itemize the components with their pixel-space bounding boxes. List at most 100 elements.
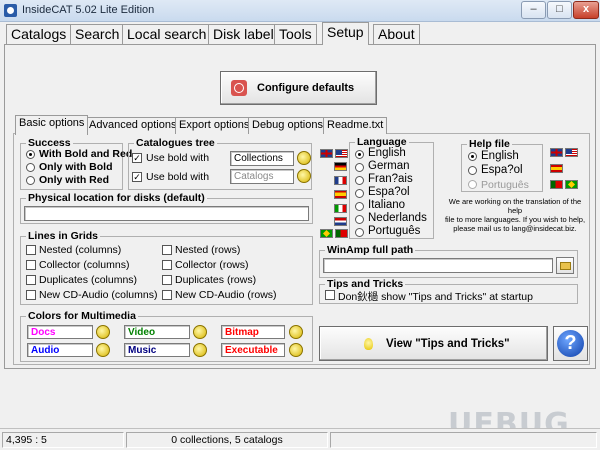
language-radio-spanish[interactable] [355, 189, 364, 198]
uk-flag-icon [550, 148, 563, 157]
docs-color-field[interactable]: Docs [27, 325, 93, 339]
help-radio-portuguese[interactable] [468, 180, 477, 189]
translation-note-line: We are working on the translation of the… [448, 197, 582, 215]
window-title: InsideCAT 5.02 Lite Edition [22, 4, 155, 16]
language-option-label: Italiano [368, 199, 406, 211]
grid-option-label: Duplicates (columns) [39, 274, 138, 286]
grid-option-label: Nested (rows) [175, 244, 241, 256]
tab-basic-options[interactable]: Basic options [15, 115, 89, 135]
collections-font-button[interactable] [297, 151, 311, 165]
winamp-group: WinAmp full path [319, 244, 578, 278]
configure-defaults-label: Configure defaults [257, 82, 355, 94]
language-radio-english[interactable] [355, 150, 364, 159]
tab-local-search[interactable]: Local search [122, 24, 212, 44]
tab-export-options[interactable]: Export options [175, 117, 254, 134]
grid-option-label: New CD-Audio (columns) [39, 289, 158, 301]
audio-color-button[interactable] [96, 343, 110, 357]
docs-color-button[interactable] [96, 325, 110, 339]
nested-rows-checkbox[interactable] [162, 245, 172, 255]
colors-multimedia-title: Colors for Multimedia [26, 310, 138, 322]
catalogs-font-button[interactable] [297, 169, 311, 183]
nested-columns-checkbox[interactable] [26, 245, 36, 255]
language-option-label: Fran?ais [368, 173, 413, 185]
collector-rows-checkbox[interactable] [162, 260, 172, 270]
language-radio-german[interactable] [355, 163, 364, 172]
help-file-title: Help file [467, 138, 512, 150]
winamp-path-input[interactable] [323, 258, 553, 273]
language-option-label: Nederlands [368, 212, 427, 224]
minimize-button[interactable]: – [521, 1, 546, 19]
help-button[interactable]: ? [553, 326, 588, 361]
language-radio-french[interactable] [355, 176, 364, 185]
tab-setup[interactable]: Setup [322, 22, 369, 45]
language-radio-dutch[interactable] [355, 215, 364, 224]
portugal-flag-icon [550, 180, 563, 189]
winamp-browse-button[interactable] [556, 257, 574, 274]
help-file-group: Help file English Espa?ol Português [461, 138, 543, 192]
translation-note-line: please mail us to lang@insidecat.biz. [453, 224, 577, 233]
tab-readme[interactable]: Readme.txt [323, 117, 388, 134]
tab-catalogs[interactable]: Catalogs [6, 24, 72, 44]
tab-search[interactable]: Search [70, 24, 125, 44]
status-bar: 4,395 : 5 0 collections, 5 catalogs [0, 428, 600, 450]
tab-disk-label[interactable]: Disk label [208, 24, 279, 44]
tips-group: Tips and Tricks Don鈥檛 show "Tips and Tri… [319, 278, 578, 304]
close-button[interactable]: x [573, 1, 599, 19]
cdaudio-columns-checkbox[interactable] [26, 290, 36, 300]
maximize-button[interactable]: □ [547, 1, 572, 19]
tab-tools[interactable]: Tools [274, 24, 317, 44]
success-radio-bold[interactable] [26, 163, 35, 172]
lines-in-grids-group: Lines in Grids Nested (columns) Collecto… [20, 230, 313, 305]
tab-debug-options[interactable]: Debug options [248, 117, 327, 134]
language-radio-portuguese[interactable] [355, 228, 364, 237]
grid-option-label: Nested (columns) [39, 244, 122, 256]
german-flag-icon [334, 162, 347, 171]
language-option-label: German [368, 160, 410, 172]
video-color-field[interactable]: Video [124, 325, 190, 339]
defaults-icon [231, 80, 247, 96]
help-icon: ? [557, 330, 584, 357]
lightbulb-icon [364, 338, 373, 350]
bold-catalogs-checkbox[interactable]: ✓ [132, 172, 142, 182]
executable-color-button[interactable] [289, 343, 303, 357]
music-color-field[interactable]: Music [124, 343, 190, 357]
success-radio-bold-red[interactable] [26, 150, 35, 159]
help-radio-spanish[interactable] [468, 166, 477, 175]
success-radio-red[interactable] [26, 176, 35, 185]
physical-location-input[interactable] [24, 206, 309, 221]
duplicates-columns-checkbox[interactable] [26, 275, 36, 285]
view-tips-button[interactable]: View "Tips and Tricks" [319, 326, 548, 361]
dont-show-tips-checkbox[interactable] [325, 290, 335, 300]
translation-note: We are working on the translation of the… [441, 197, 589, 233]
spanish-flag-icon [334, 190, 347, 199]
translation-note-line: file to more languages. If you wish to h… [444, 215, 586, 224]
bitmap-color-button[interactable] [289, 325, 303, 339]
grid-option-label: Collector (columns) [39, 259, 130, 271]
folder-icon [560, 262, 571, 270]
spanish-flag-icon [550, 164, 563, 173]
help-radio-english[interactable] [468, 152, 477, 161]
physical-location-group: Physical location for disks (default) [20, 192, 313, 224]
audio-color-field[interactable]: Audio [27, 343, 93, 357]
grid-option-label: Duplicates (rows) [175, 274, 257, 286]
grid-option-label: Collector (rows) [175, 259, 249, 271]
configure-defaults-button[interactable]: Configure defaults [220, 71, 377, 105]
dont-show-tips-label: Don鈥檛 show "Tips and Tricks" at startup [338, 291, 533, 303]
collections-font-field[interactable]: Collections [230, 151, 294, 166]
status-summary: 0 collections, 5 catalogs [126, 432, 328, 448]
bold-collections-checkbox[interactable]: ✓ [132, 153, 142, 163]
duplicates-rows-checkbox[interactable] [162, 275, 172, 285]
help-option-label: English [481, 150, 519, 162]
catalogs-font-field[interactable]: Catalogs [230, 169, 294, 184]
bitmap-color-field[interactable]: Bitmap [221, 325, 285, 339]
collector-columns-checkbox[interactable] [26, 260, 36, 270]
tab-about[interactable]: About [373, 24, 420, 44]
music-color-button[interactable] [193, 343, 207, 357]
language-radio-italian[interactable] [355, 202, 364, 211]
success-option-label: Only with Bold [39, 161, 113, 173]
cdaudio-rows-checkbox[interactable] [162, 290, 172, 300]
executable-color-field[interactable]: Executable [221, 343, 285, 357]
tab-advanced-options[interactable]: Advanced options [85, 117, 181, 134]
video-color-button[interactable] [193, 325, 207, 339]
winamp-title: WinAmp full path [325, 244, 416, 256]
